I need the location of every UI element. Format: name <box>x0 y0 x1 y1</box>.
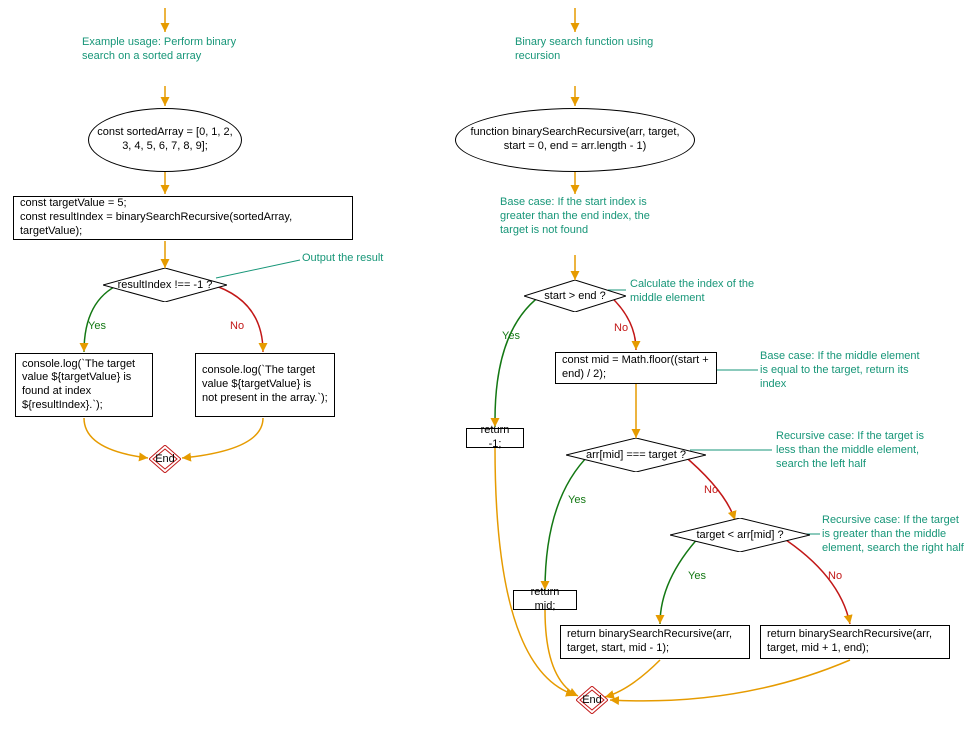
end-left-text: End <box>155 453 175 465</box>
log-found-text: console.log(`The target value ${targetVa… <box>22 358 146 413</box>
log-notfound-box: console.log(`The target value ${targetVa… <box>195 353 335 417</box>
comment-base-case-1: Base case: If the start index is greater… <box>500 196 660 237</box>
decision-arr-mid-eq-text: arr[mid] === target ? <box>586 449 686 461</box>
setup-vars-box: const targetValue = 5; const resultIndex… <box>13 196 353 240</box>
decision-target-lt-text: target < arr[mid] ? <box>696 529 783 541</box>
decision-result-index-text: resultIndex !== -1 ? <box>118 279 213 291</box>
return-neg1-box: return -1; <box>466 428 524 448</box>
decision-arr-mid-eq: arr[mid] === target ? <box>566 438 706 472</box>
decision-start-end-text: start > end ? <box>544 290 605 302</box>
edge-no-3: No <box>704 484 718 496</box>
comment-output-result: Output the result <box>302 252 383 266</box>
init-array-text: const sortedArray = [0, 1, 2, 3, 4, 5, 6… <box>95 126 235 154</box>
start-init-array: const sortedArray = [0, 1, 2, 3, 4, 5, 6… <box>88 108 242 172</box>
log-found-box: console.log(`The target value ${targetVa… <box>15 353 153 417</box>
edge-no-4: No <box>828 570 842 582</box>
edge-yes-4: Yes <box>688 570 706 582</box>
edge-yes-1: Yes <box>88 320 106 332</box>
comment-mid: Calculate the index of the middle elemen… <box>630 278 780 306</box>
func-header-ellipse: function binarySearchRecursive(arr, targ… <box>455 108 695 172</box>
return-mid-box: return mid; <box>513 590 577 610</box>
edge-no-1: No <box>230 320 244 332</box>
comment-base-case-2: Base case: If the middle element is equa… <box>760 350 920 391</box>
func-header-text: function binarySearchRecursive(arr, targ… <box>462 126 688 154</box>
return-right-text: return binarySearchRecursive(arr, target… <box>767 628 943 656</box>
comment-rec-right: Recursive case: If the target is greater… <box>822 514 967 555</box>
edge-yes-3: Yes <box>568 494 586 506</box>
comment-rec-left: Recursive case: If the target is less th… <box>776 430 946 471</box>
comment-example-usage: Example usage: Perform binary search on … <box>82 36 242 64</box>
return-neg1-text: return -1; <box>473 424 517 452</box>
decision-target-lt: target < arr[mid] ? <box>670 518 810 552</box>
mid-calc-text: const mid = Math.floor((start + end) / 2… <box>562 354 710 382</box>
return-left-box: return binarySearchRecursive(arr, target… <box>560 625 750 659</box>
decision-start-end: start > end ? <box>524 280 626 312</box>
end-right: End <box>576 686 608 714</box>
mid-calc-box: const mid = Math.floor((start + end) / 2… <box>555 352 717 384</box>
end-left: End <box>149 445 181 473</box>
edge-no-2: No <box>614 322 628 334</box>
return-mid-text: return mid; <box>520 586 570 614</box>
decision-result-index: resultIndex !== -1 ? <box>103 268 227 302</box>
return-left-text: return binarySearchRecursive(arr, target… <box>567 628 743 656</box>
log-notfound-text: console.log(`The target value ${targetVa… <box>202 364 328 405</box>
edge-yes-2: Yes <box>502 330 520 342</box>
comment-func: Binary search function using recursion <box>515 36 655 64</box>
setup-vars-text: const targetValue = 5; const resultIndex… <box>20 197 346 238</box>
end-right-text: End <box>582 694 602 706</box>
return-right-box: return binarySearchRecursive(arr, target… <box>760 625 950 659</box>
